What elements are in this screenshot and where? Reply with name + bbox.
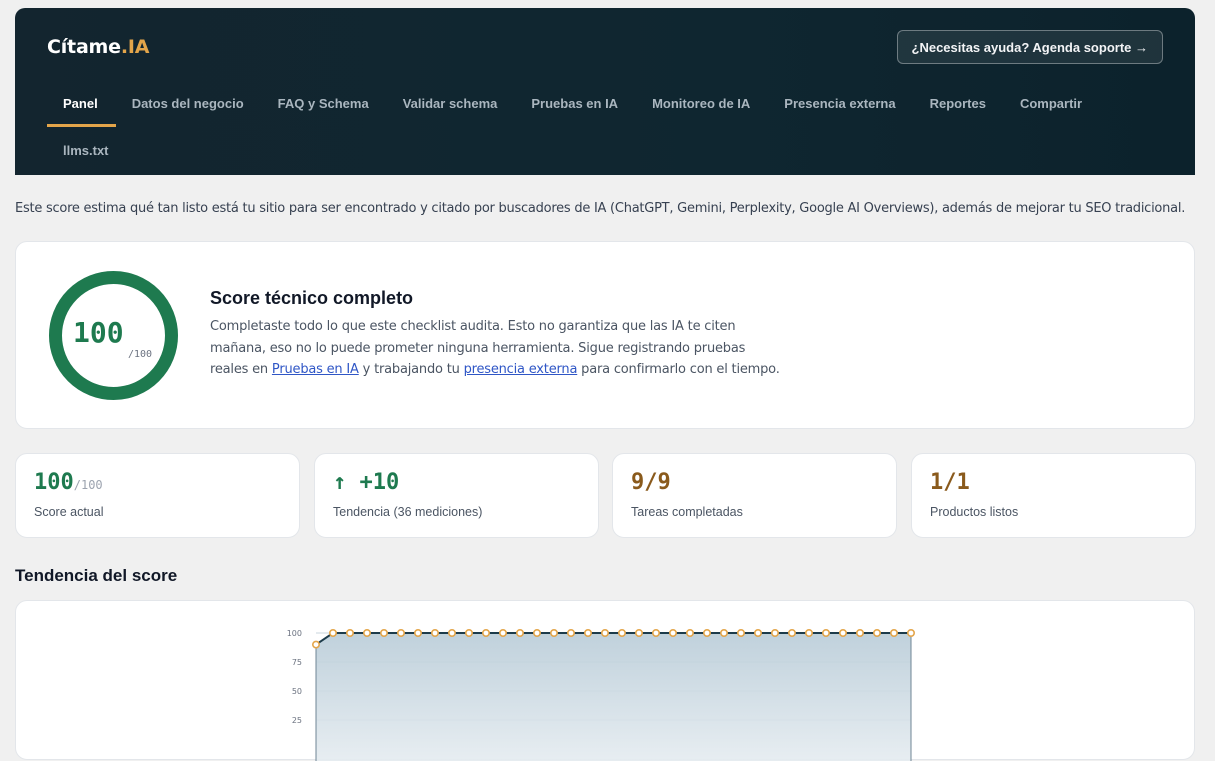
score-text-b: y trabajando tu — [358, 362, 464, 377]
trend-point — [770, 628, 779, 637]
tab-compartir[interactable]: Compartir — [1004, 84, 1100, 127]
stat-label: Score actual — [34, 505, 104, 519]
trend-point — [821, 628, 830, 637]
trend-point — [549, 628, 558, 637]
y-tick-label: 75 — [292, 658, 302, 667]
trend-chart: 100755025 — [287, 628, 915, 761]
trend-point — [753, 628, 762, 637]
trend-point — [481, 628, 490, 637]
score-ring-max: /100 — [128, 349, 153, 360]
trend-point — [515, 628, 524, 637]
stat-card-tareas: 9/9 Tareas completadas — [612, 453, 897, 538]
stat-card-score-actual: 100/100 Score actual — [15, 453, 300, 538]
trend-chart-card: 100 75 50 25 — [15, 600, 1195, 761]
stat-value: ↑ +10 — [333, 470, 400, 495]
trend-point — [838, 628, 847, 637]
trend-point — [889, 628, 898, 637]
trend-point — [719, 628, 728, 637]
trend-point — [447, 628, 456, 637]
trend-point — [736, 628, 745, 637]
link-presencia-externa[interactable]: presencia externa — [464, 362, 578, 377]
trend-point — [906, 628, 915, 637]
score-card: 100 /100 Score técnico completo Completa… — [15, 241, 1195, 429]
score-text-c: para confirmarlo con el tiempo. — [577, 362, 780, 377]
trend-point — [804, 628, 813, 637]
tab-presencia-externa[interactable]: Presencia externa — [768, 84, 913, 127]
support-button[interactable]: ¿Necesitas ayuda? Agenda soporte → — [896, 30, 1163, 64]
trend-point — [362, 628, 371, 637]
trend-point — [498, 628, 507, 637]
trend-point — [430, 628, 439, 637]
trend-point — [872, 628, 881, 637]
trend-point — [566, 628, 575, 637]
tab-datos-del-negocio[interactable]: Datos del negocio — [116, 84, 262, 127]
trend-point — [396, 628, 405, 637]
tab-llms-txt[interactable]: llms.txt — [47, 127, 127, 175]
tab-faq-schema[interactable]: FAQ y Schema — [262, 84, 387, 127]
stat-value: 9/9 — [631, 470, 671, 495]
stat-value: 100/100 — [34, 470, 103, 495]
trend-section-title: Tendencia del score — [15, 566, 178, 585]
tab-validar-schema[interactable]: Validar schema — [387, 84, 516, 127]
y-tick-label: 100 — [287, 629, 302, 638]
tab-panel[interactable]: Panel — [47, 84, 116, 127]
trend-point — [668, 628, 677, 637]
trend-point — [413, 628, 422, 637]
stat-card-tendencia: ↑ +10 Tendencia (36 mediciones) — [314, 453, 599, 538]
trend-point — [464, 628, 473, 637]
tab-pruebas-en-ia[interactable]: Pruebas en IA — [515, 84, 636, 127]
trend-point — [379, 628, 388, 637]
trend-point — [311, 640, 320, 649]
trend-point — [328, 628, 337, 637]
tab-monitoreo-de-ia[interactable]: Monitoreo de IA — [636, 84, 768, 127]
trend-point — [600, 628, 609, 637]
main-nav: Panel Datos del negocio FAQ y Schema Val… — [47, 84, 1167, 175]
trend-point — [617, 628, 626, 637]
stat-value: 1/1 — [930, 470, 970, 495]
tab-reportes[interactable]: Reportes — [914, 84, 1004, 127]
stat-value-max: /100 — [73, 478, 103, 492]
stat-value-number: 100 — [34, 470, 74, 495]
brand-name: Cítame — [47, 36, 121, 58]
app-header: Cítame.IA ¿Necesitas ayuda? Agenda sopor… — [15, 8, 1195, 175]
trend-point — [651, 628, 660, 637]
trend-area — [316, 633, 911, 761]
score-ring-value: 100 — [73, 316, 124, 349]
brand-logo[interactable]: Cítame.IA — [47, 36, 149, 58]
link-pruebas-en-ia[interactable]: Pruebas en IA — [272, 362, 359, 377]
brand-accent: .IA — [120, 36, 150, 58]
y-tick-label: 50 — [292, 687, 302, 696]
trend-point — [787, 628, 796, 637]
trend-point — [532, 628, 541, 637]
trend-point — [855, 628, 864, 637]
trend-point — [583, 628, 592, 637]
intro-text: Este score estima qué tan listo está tu … — [15, 201, 1186, 216]
score-description: Completaste todo lo que este checklist a… — [210, 316, 780, 381]
stat-card-productos: 1/1 Productos listos — [911, 453, 1196, 538]
trend-point — [634, 628, 643, 637]
stat-label: Tendencia (36 mediciones) — [333, 505, 483, 519]
score-title: Score técnico completo — [210, 288, 414, 308]
trend-point — [685, 628, 694, 637]
stat-label: Productos listos — [930, 505, 1019, 519]
trend-point — [345, 628, 354, 637]
trend-point — [702, 628, 711, 637]
stat-label: Tareas completadas — [631, 505, 743, 519]
